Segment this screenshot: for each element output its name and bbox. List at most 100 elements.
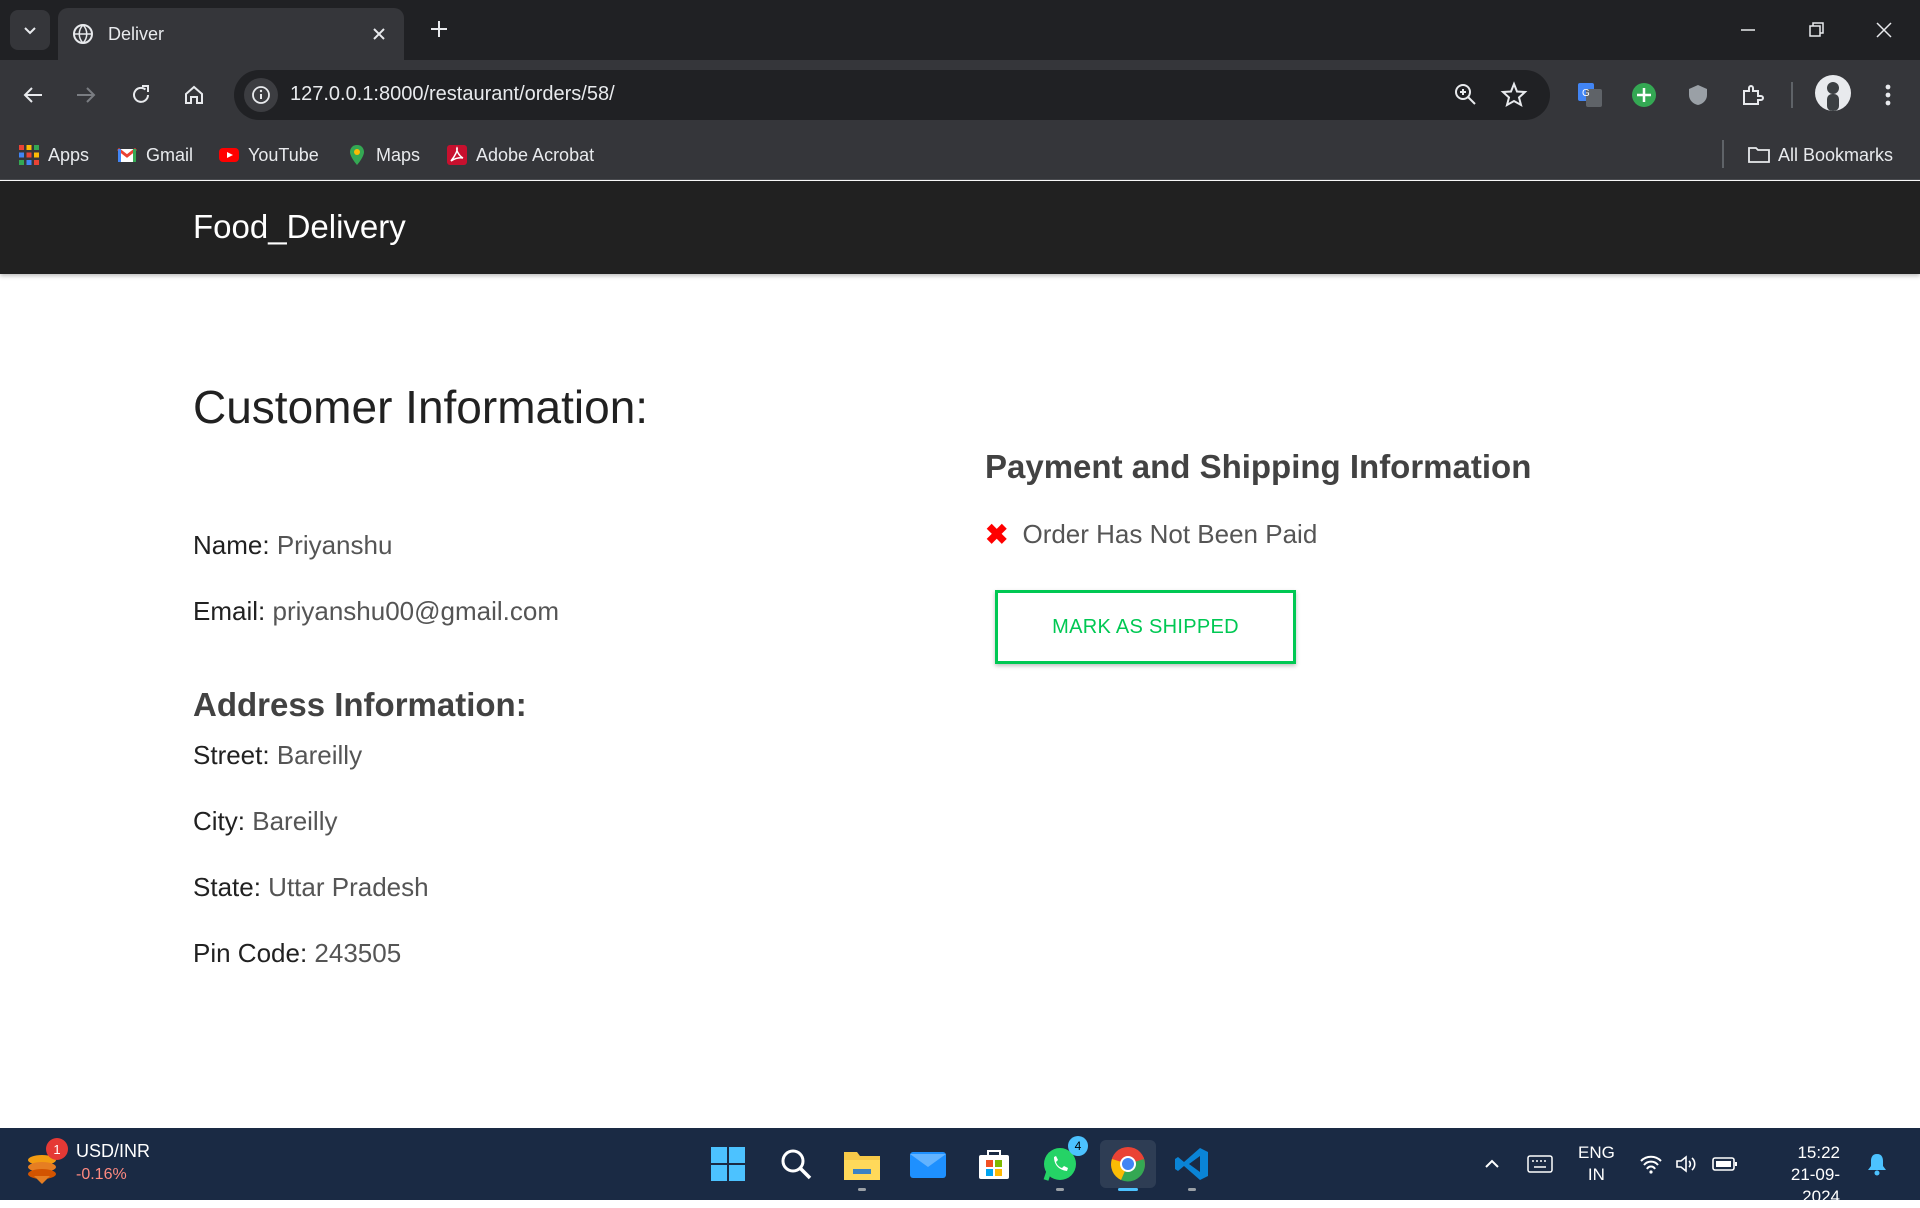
reload-button[interactable] [123,77,159,113]
currency-widget[interactable]: 1 USD/INR -0.16% [26,1138,151,1184]
payment-status-text: Order Has Not Been Paid [1022,519,1318,549]
plus-circle-icon [1632,83,1656,107]
vscode-app[interactable] [1168,1140,1216,1191]
wifi-icon [1640,1155,1662,1174]
bookmark-label: Adobe Acrobat [476,144,595,165]
profile-avatar[interactable] [1815,75,1851,111]
browser-menu-button[interactable] [1870,77,1906,113]
bell-icon [1868,1154,1886,1176]
folder-icon [844,1152,880,1180]
keyboard-button[interactable] [1524,1150,1556,1178]
minimize-button[interactable] [1728,10,1768,50]
shield-extension[interactable] [1680,77,1716,113]
more-vert-icon [1885,84,1891,106]
url-text[interactable]: 127.0.0.1:8000/restaurant/orders/58/ [290,83,615,106]
shield-icon [1689,85,1707,105]
pin-code-value: 243505 [314,938,402,968]
clock-time: 15:22 [1797,1143,1840,1162]
mark-as-shipped-button[interactable]: MARK AS SHIPPED [995,590,1296,664]
brand-logo[interactable]: Food_Delivery [193,208,406,246]
acrobat-icon [447,145,467,165]
bookmark-adobe-acrobat[interactable]: Adobe Acrobat [446,142,594,168]
currency-symbol: USD/INR [76,1140,151,1161]
store-app[interactable] [970,1140,1018,1188]
chevron-down-icon [24,27,36,35]
notifications-button[interactable] [1862,1150,1892,1178]
field-label: City: [193,806,245,836]
keyboard-icon [1527,1155,1553,1173]
bookmark-star-icon[interactable] [1500,81,1528,109]
clock-date: 21-09-2024 [1790,1165,1840,1206]
bookmark-gmail[interactable]: Gmail [116,142,193,168]
bookmark-label: Maps [376,144,421,165]
search-button[interactable] [772,1140,820,1188]
extensions-button[interactable] [1734,77,1770,113]
running-indicator [1188,1188,1196,1191]
puzzle-icon [1743,85,1764,105]
maps-pin-icon [350,145,364,165]
info-icon [252,86,270,104]
all-bookmarks-button[interactable]: All Bookmarks [1748,142,1893,168]
youtube-icon [219,148,239,162]
running-indicator [1056,1188,1064,1191]
store-icon [979,1150,1009,1179]
arrow-right-icon [77,87,96,103]
field-label: Email: [193,596,266,626]
region-code: IN [1587,1165,1605,1184]
bookmark-label: YouTube [248,144,319,165]
search-icon [781,1149,812,1180]
language-code: ENG [1578,1143,1615,1162]
apps-grid-icon [19,145,39,165]
bookmark-maps[interactable]: Maps [346,142,420,168]
forward-button[interactable] [68,77,104,113]
system-clock[interactable]: 15:22 21-09-2024 [1760,1142,1840,1208]
tab-search-button[interactable] [10,10,50,50]
field-label: Name: [193,530,270,560]
windows-logo-icon [711,1147,745,1181]
field-label: Street: [193,740,270,770]
field-label: State: [193,872,261,902]
close-window-button[interactable] [1864,10,1904,50]
wifi-status[interactable] [1636,1150,1666,1178]
new-tab-button[interactable] [424,14,454,44]
avatar-icon [1827,82,1839,111]
zoom-icon[interactable] [1452,81,1480,109]
show-hidden-icons-button[interactable] [1478,1150,1506,1178]
notification-badge: 1 [46,1138,68,1160]
site-info-button[interactable] [244,78,278,112]
battery-status[interactable] [1710,1150,1740,1178]
bookmark-label: Gmail [146,144,194,165]
bookmark-youtube[interactable]: YouTube [218,142,319,168]
notification-badge: 4 [1068,1136,1088,1156]
running-indicator [858,1188,866,1191]
google-translate-extension[interactable]: G [1572,77,1608,113]
restore-button[interactable] [1796,10,1836,50]
file-explorer-app[interactable] [838,1140,886,1191]
home-icon [185,85,203,104]
chrome-app[interactable] [1100,1140,1156,1191]
active-indicator [1118,1188,1138,1191]
customer-name: Priyanshu [276,530,393,560]
mail-app[interactable] [904,1140,952,1188]
tab-close-icon[interactable] [368,23,390,45]
svg-text:G: G [1582,88,1590,99]
speaker-icon [1676,1155,1696,1173]
whatsapp-app[interactable]: 4 [1036,1136,1088,1191]
bookmark-label: Apps [48,144,90,165]
browser-tab-bar: Deliver [0,0,1920,60]
home-button[interactable] [176,77,212,113]
reload-icon [133,85,149,103]
arrow-left-icon [23,87,42,103]
back-button[interactable] [15,77,51,113]
address-bar[interactable]: 127.0.0.1:8000/restaurant/orders/58/ [234,70,1550,120]
chrome-icon [1111,1147,1145,1182]
bookmark-apps[interactable]: Apps [18,142,89,168]
toolbar-separator [1791,82,1793,108]
input-language[interactable]: ENG IN [1578,1142,1615,1186]
city-row: City: Bareilly [193,806,337,837]
add-extension-button[interactable] [1626,77,1662,113]
browser-tab[interactable]: Deliver [58,8,404,60]
volume-status[interactable] [1672,1150,1702,1178]
start-button[interactable] [704,1140,752,1188]
customer-email-row: Email: priyanshu00@gmail.com [193,596,559,627]
